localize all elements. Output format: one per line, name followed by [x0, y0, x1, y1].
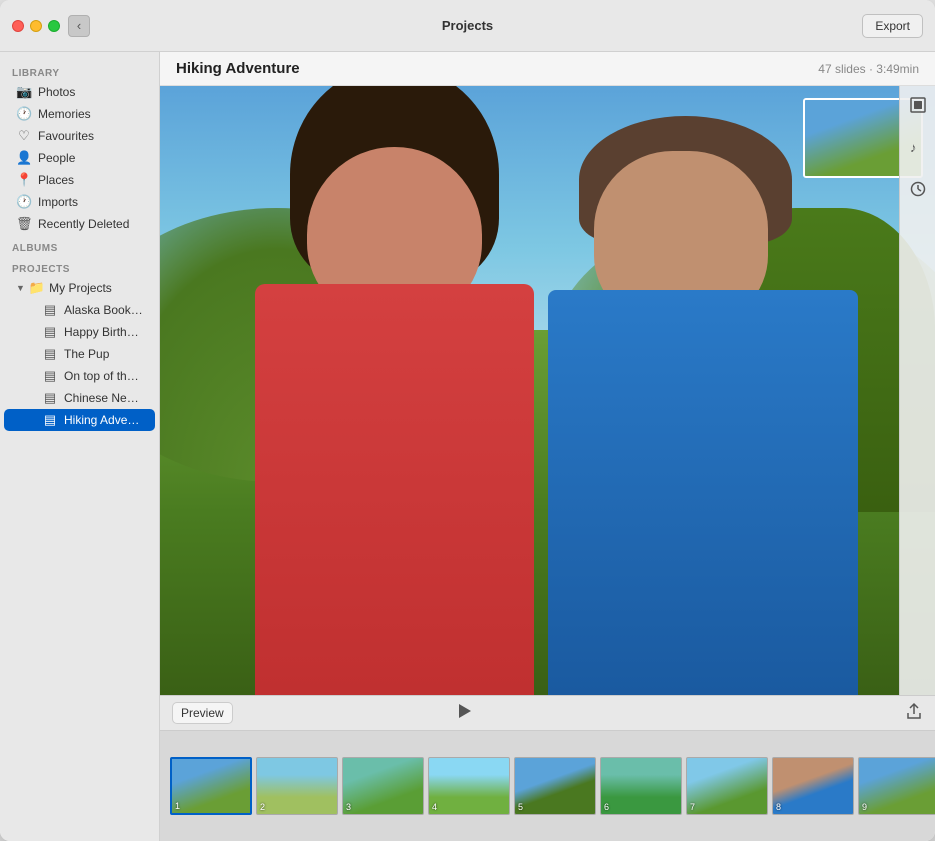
pin-icon: 📍 — [16, 172, 32, 188]
content-area: Hiking Adventure 47 slides · 3:49min — [160, 52, 935, 841]
trash-icon: 🗑 — [16, 216, 32, 232]
film-thumb-4[interactable]: 4 — [428, 757, 510, 815]
person-man — [509, 116, 897, 695]
sidebar-item-label: On top of the W... — [64, 369, 143, 383]
sidebar-item-recently-deleted[interactable]: 🗑 Recently Deleted — [4, 213, 155, 235]
share-button[interactable] — [905, 702, 923, 725]
slide-number: 1 — [175, 801, 180, 811]
film-thumb-5[interactable]: 5 — [514, 757, 596, 815]
woman-body — [255, 284, 534, 695]
sidebar-item-label: Imports — [38, 195, 143, 209]
slide-number: 7 — [690, 802, 695, 812]
duration-icon[interactable] — [907, 178, 929, 200]
sidebar-item-label: The Pup — [64, 347, 143, 361]
slide-number: 3 — [346, 802, 351, 812]
sidebar-item-label: Memories — [38, 107, 143, 121]
slideshow-icon: ▤ — [42, 368, 58, 384]
preview-bar: Preview — [160, 695, 935, 731]
sidebar-item-people[interactable]: 👤 People — [4, 147, 155, 169]
sidebar: Library 📷 Photos 🕐 Memories ♡ Favourites… — [0, 52, 160, 841]
triangle-down-icon: ▼ — [16, 283, 25, 293]
slide-number: 2 — [260, 802, 265, 812]
traffic-lights — [12, 20, 60, 32]
film-thumb-2[interactable]: 2 — [256, 757, 338, 815]
sidebar-item-hiking[interactable]: ▤ Hiking Adventure — [4, 409, 155, 431]
import-icon: 🕐 — [16, 194, 32, 210]
my-projects-label: My Projects — [49, 281, 112, 295]
right-toolbar: ♪ — [899, 86, 935, 695]
library-section-label: Library — [0, 60, 159, 81]
projects-section-label: Projects — [0, 256, 159, 277]
slideshow-icon: ▤ — [42, 346, 58, 362]
titlebar: ‹ Projects Export — [0, 0, 935, 52]
maximize-button[interactable] — [48, 20, 60, 32]
film-thumb-3[interactable]: 3 — [342, 757, 424, 815]
film-thumb-7[interactable]: 7 — [686, 757, 768, 815]
sidebar-item-label: People — [38, 151, 143, 165]
sidebar-item-birthday[interactable]: ▤ Happy Birthday... — [4, 321, 155, 343]
back-button[interactable]: ‹ — [68, 15, 90, 37]
music-icon[interactable]: ♪ — [907, 136, 929, 158]
slide-number: 4 — [432, 802, 437, 812]
slideshow-icon: ▤ — [42, 302, 58, 318]
sidebar-item-label: Alaska Book Proj... — [64, 303, 143, 317]
man-body — [548, 290, 858, 695]
slide-number: 5 — [518, 802, 523, 812]
sidebar-item-photos[interactable]: 📷 Photos — [4, 81, 155, 103]
sidebar-item-label: Places — [38, 173, 143, 187]
albums-section-label: Albums — [0, 235, 159, 256]
slide-number: 8 — [776, 802, 781, 812]
sidebar-item-favourites[interactable]: ♡ Favourites — [4, 125, 155, 147]
sidebar-item-label: Chinese New Year — [64, 391, 143, 405]
film-thumb-6[interactable]: 6 — [600, 757, 682, 815]
slideshow-icon: ▤ — [42, 390, 58, 406]
my-projects-folder[interactable]: ▼ 📁 My Projects — [4, 277, 155, 299]
close-button[interactable] — [12, 20, 24, 32]
svg-text:♪: ♪ — [910, 140, 917, 155]
slideshow-icon: ▤ — [42, 412, 58, 428]
slideshow-icon: ▤ — [42, 324, 58, 340]
slideshow-title: Hiking Adventure — [176, 60, 300, 77]
export-button[interactable]: Export — [862, 14, 923, 38]
heart-icon: ♡ — [16, 128, 32, 144]
folder-icon: 📁 — [29, 280, 45, 296]
slideshow-meta: 47 slides · 3:49min — [818, 62, 919, 76]
play-button[interactable] — [455, 702, 473, 725]
sidebar-item-ontop[interactable]: ▤ On top of the W... — [4, 365, 155, 387]
preview-tab[interactable]: Preview — [172, 702, 233, 724]
filmstrip: 1 2 3 4 5 6 7 — [160, 731, 935, 841]
main-image-area: ♪ — [160, 86, 935, 695]
sidebar-item-label: Happy Birthday... — [64, 325, 143, 339]
slide-number: 6 — [604, 802, 609, 812]
sidebar-item-chinese[interactable]: ▤ Chinese New Year — [4, 387, 155, 409]
memories-icon: 🕐 — [16, 106, 32, 122]
app-window: ‹ Projects Export Library 📷 Photos 🕐 Mem… — [0, 0, 935, 841]
layout-icon[interactable] — [907, 94, 929, 116]
minimize-button[interactable] — [30, 20, 42, 32]
sidebar-item-label: Recently Deleted — [38, 217, 143, 231]
slideshow-header: Hiking Adventure 47 slides · 3:49min — [160, 52, 935, 86]
film-thumb-9[interactable]: 9 — [858, 757, 935, 815]
sidebar-item-alaska[interactable]: ▤ Alaska Book Proj... — [4, 299, 155, 321]
main-layout: Library 📷 Photos 🕐 Memories ♡ Favourites… — [0, 52, 935, 841]
photos-icon: 📷 — [16, 84, 32, 100]
sidebar-item-places[interactable]: 📍 Places — [4, 169, 155, 191]
sidebar-item-label: Favourites — [38, 129, 143, 143]
sidebar-item-label: Hiking Adventure — [64, 413, 143, 427]
person-icon: 👤 — [16, 150, 32, 166]
chevron-left-icon: ‹ — [77, 18, 81, 33]
sidebar-item-label: Photos — [38, 85, 143, 99]
film-thumb-1[interactable]: 1 — [170, 757, 252, 815]
window-title: Projects — [442, 18, 493, 33]
sidebar-item-imports[interactable]: 🕐 Imports — [4, 191, 155, 213]
sidebar-item-pup[interactable]: ▤ The Pup — [4, 343, 155, 365]
film-thumb-8[interactable]: 8 — [772, 757, 854, 815]
sidebar-item-memories[interactable]: 🕐 Memories — [4, 103, 155, 125]
slide-number: 9 — [862, 802, 867, 812]
